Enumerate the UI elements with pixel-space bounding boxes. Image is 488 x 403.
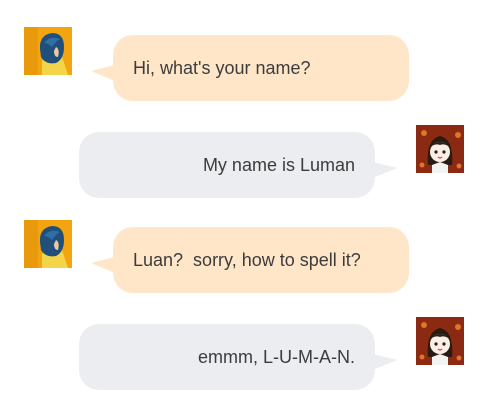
message-text: My name is Luman: [202, 155, 355, 175]
message-text: Luan? sorry, how to spell it?: [133, 250, 361, 270]
user-avatar-left[interactable]: [24, 220, 72, 268]
user-avatar-right[interactable]: [416, 125, 464, 173]
bubble-tail: [91, 257, 115, 273]
bubble-tail: [91, 65, 115, 81]
cartoon-girl-avatar-icon: [416, 125, 464, 173]
bubble-tail: [373, 162, 397, 178]
cartoon-girl-avatar-icon: [416, 317, 464, 365]
message-bubble-outgoing: My name is Luman: [79, 132, 397, 198]
girl-blue-hair-avatar-icon: [24, 27, 72, 75]
message-bubble-incoming: Luan? sorry, how to spell it?: [91, 227, 409, 293]
girl-blue-hair-avatar-icon: [24, 220, 72, 268]
user-avatar-right[interactable]: [416, 317, 464, 365]
message-bubble-incoming: Hi, what's your name?: [91, 35, 409, 101]
message-bubble-outgoing: emmm, L-U-M-A-N.: [79, 324, 397, 390]
bubble-tail: [373, 354, 397, 370]
message-text: emmm, L-U-M-A-N.: [198, 347, 355, 367]
user-avatar-left[interactable]: [24, 27, 72, 75]
message-text: Hi, what's your name?: [133, 58, 311, 78]
